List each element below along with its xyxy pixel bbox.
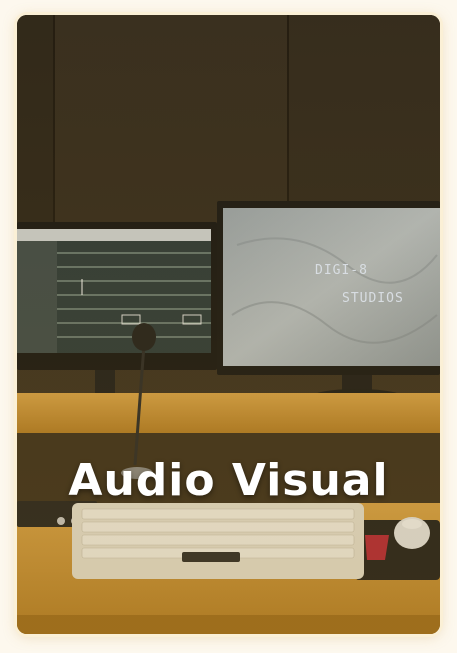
monitor-logo-line2: STUDIOS: [342, 291, 404, 306]
audio-visual-card[interactable]: DIGI-8 STUDIOS Audio Visual: [17, 15, 440, 634]
card-title: Audio Visual: [68, 455, 389, 506]
monitor-logo-line1: DIGI-8: [315, 263, 368, 278]
studio-photo: [17, 15, 440, 634]
